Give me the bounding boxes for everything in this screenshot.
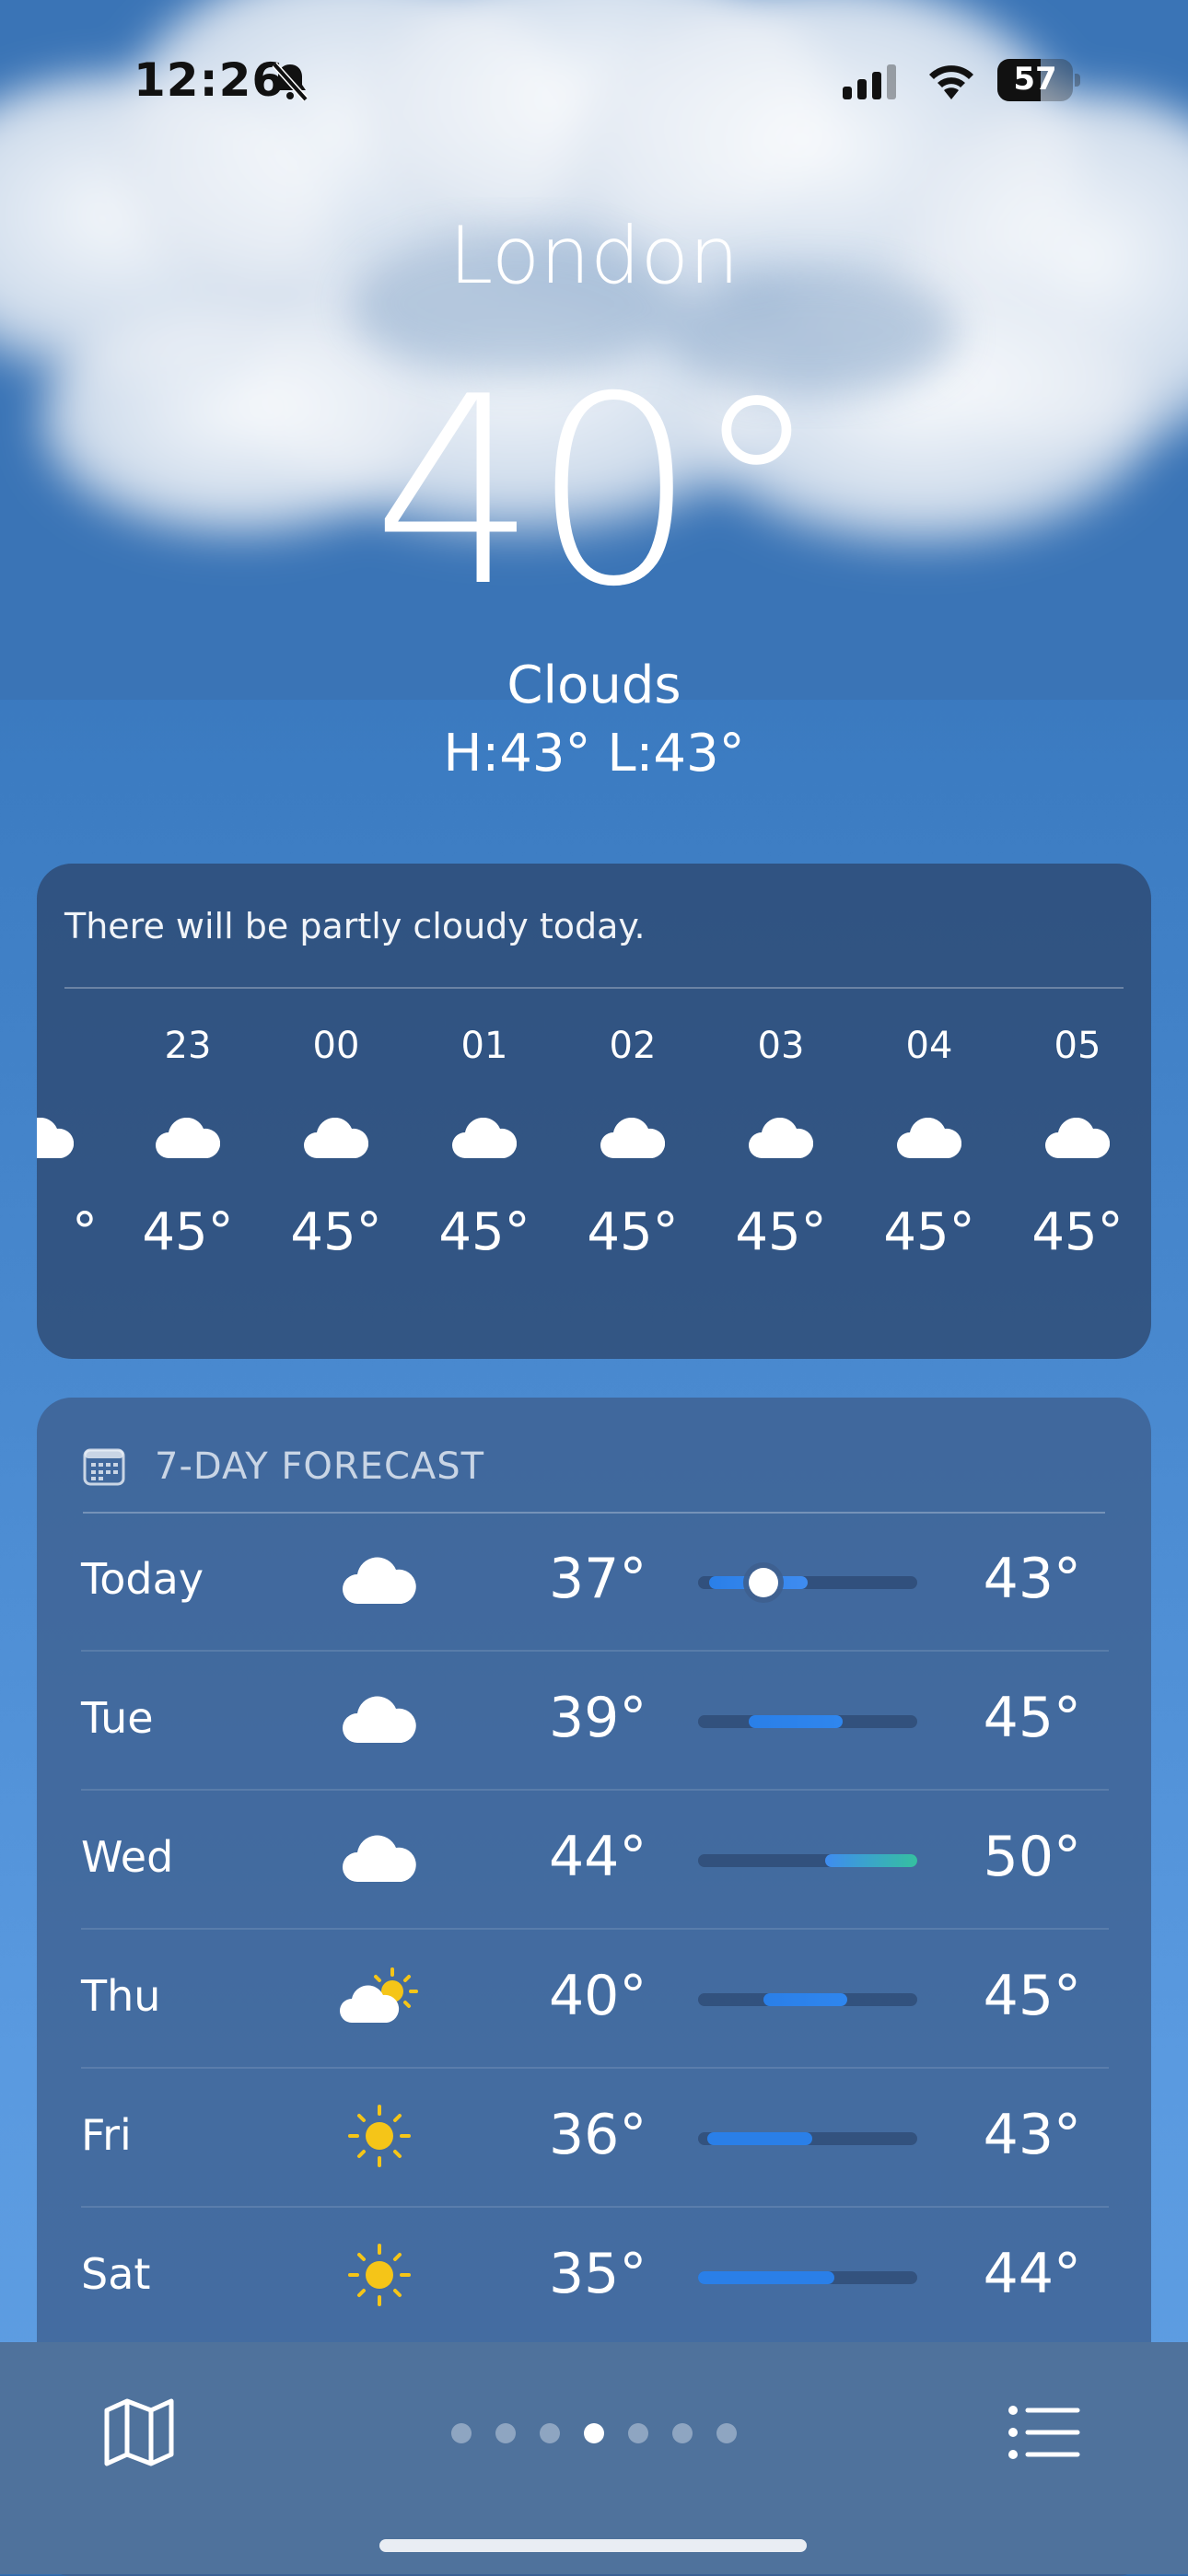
current-temp-dot	[749, 1568, 779, 1597]
forecast-row[interactable]: Today 37° 43°	[81, 1514, 1109, 1652]
forecast-day: Tue	[81, 1693, 154, 1743]
forecast-low: 37°	[549, 1547, 647, 1611]
hour-temp: 45°	[142, 1202, 234, 1262]
map-icon[interactable]	[103, 2396, 175, 2469]
page-dot[interactable]	[716, 2423, 737, 2443]
forecast-high: 45°	[983, 1686, 1081, 1750]
battery-indicator: 57	[997, 59, 1080, 101]
bottom-toolbar	[0, 2342, 1188, 2574]
current-condition: Clouds	[507, 656, 681, 715]
cloud-icon	[452, 1118, 517, 1158]
hour-label: 03	[757, 1025, 805, 1067]
home-indicator	[379, 2539, 807, 2552]
status-time: 12:26	[134, 53, 285, 107]
temp-range-bar	[698, 1993, 917, 2006]
forecast-row[interactable]: Tue 39° 45°	[81, 1653, 1109, 1791]
cloud-icon	[343, 1557, 416, 1604]
cloud-icon	[749, 1118, 813, 1158]
forecast-high: 43°	[983, 1547, 1081, 1611]
hourly-scroller[interactable]: ° 23 45° 00 45° 01 45° 02 45° 03 45° 04	[37, 1020, 1151, 1324]
status-bar: 12:26 57	[0, 0, 1188, 166]
forecast-row[interactable]: Wed 44° 50°	[81, 1792, 1109, 1930]
forecast-high: 50°	[983, 1825, 1081, 1889]
hour-temp: 45°	[1031, 1202, 1124, 1262]
page-indicator[interactable]	[451, 2423, 746, 2451]
forecast-day: Thu	[81, 1971, 161, 2021]
forecast-row[interactable]: Thu 40° 45°	[81, 1931, 1109, 2069]
calendar-icon	[83, 1448, 125, 1486]
sun-icon	[348, 2105, 411, 2167]
temp-range-bar	[698, 1568, 917, 1597]
forecast-low: 35°	[549, 2242, 647, 2306]
cloud-icon	[156, 1118, 220, 1158]
forecast-low: 36°	[549, 2103, 647, 2167]
cellular-signal-icon	[843, 64, 896, 99]
list-icon[interactable]	[1007, 2403, 1081, 2462]
partly-sunny-icon	[340, 1967, 418, 2023]
hour-column: 04 45°	[860, 1020, 998, 1265]
temp-range-bar	[698, 1854, 917, 1867]
hour-label: 01	[460, 1025, 508, 1067]
forecast-low: 39°	[549, 1686, 647, 1750]
hour-column: 03 45°	[712, 1020, 850, 1265]
hour-column: 01 45°	[415, 1020, 553, 1265]
hourly-forecast-card[interactable]: There will be partly cloudy today. ° 23 …	[37, 864, 1151, 1359]
current-temperature: 40°	[372, 341, 821, 644]
page-dot-active[interactable]	[584, 2423, 604, 2443]
wifi-icon	[929, 65, 973, 99]
temp-range-bar	[698, 2271, 917, 2284]
hour-column: 05 45°	[1008, 1020, 1147, 1265]
hour-column: 23 45°	[119, 1020, 257, 1265]
cloud-icon	[304, 1118, 368, 1158]
temp-range-bar	[698, 1715, 917, 1728]
hourly-divider	[64, 987, 1124, 989]
high-low-temperature: H:43° L:43°	[443, 724, 745, 783]
forecast-low: 44°	[549, 1825, 647, 1889]
hour-temp: 45°	[290, 1202, 382, 1262]
silent-bell-icon	[272, 62, 309, 102]
forecast-low: 40°	[549, 1964, 647, 2028]
cloud-icon	[1045, 1118, 1110, 1158]
page-dot[interactable]	[628, 2423, 648, 2443]
forecast-day: Wed	[81, 1832, 174, 1882]
hour-label: 02	[609, 1025, 657, 1067]
cloud-icon	[343, 1696, 416, 1743]
cloud-icon	[897, 1118, 961, 1158]
cloud-icon	[343, 1835, 416, 1882]
hour-label: 00	[312, 1025, 360, 1067]
forecast-title: 7-DAY FORECAST	[155, 1445, 485, 1488]
cloud-icon	[600, 1118, 665, 1158]
hour-temp: 45°	[438, 1202, 530, 1262]
sun-icon	[348, 2244, 411, 2306]
hour-label: 04	[905, 1025, 953, 1067]
page-dot[interactable]	[451, 2423, 472, 2443]
page-dot[interactable]	[672, 2423, 693, 2443]
hour-temp: 45°	[883, 1202, 975, 1262]
forecast-high: 43°	[983, 2103, 1081, 2167]
hour-column: 02 45°	[564, 1020, 702, 1265]
forecast-day: Fri	[81, 2110, 132, 2160]
battery-level: 57	[1013, 61, 1057, 98]
hour-label: 05	[1054, 1025, 1101, 1067]
cloud-icon	[37, 1118, 74, 1158]
forecast-row[interactable]: Sat 35° 44°	[81, 2209, 1109, 2347]
hour-temp-partial: °	[72, 1202, 98, 1262]
hour-column: 00 45°	[267, 1020, 405, 1265]
hour-column-partial: °	[37, 1020, 111, 1265]
page-dot[interactable]	[495, 2423, 516, 2443]
forecast-high: 44°	[983, 2242, 1081, 2306]
hour-temp: 45°	[587, 1202, 679, 1262]
hourly-summary: There will be partly cloudy today.	[64, 906, 646, 946]
forecast-row[interactable]: Fri 36° 43°	[81, 2070, 1109, 2208]
temp-range-bar	[698, 2132, 917, 2145]
hour-temp: 45°	[735, 1202, 827, 1262]
forecast-day: Today	[81, 1554, 204, 1604]
forecast-high: 45°	[983, 1964, 1081, 2028]
page-dot[interactable]	[540, 2423, 560, 2443]
forecast-day: Sat	[81, 2249, 151, 2299]
city-name: London	[448, 210, 740, 302]
hour-label: 23	[164, 1025, 212, 1067]
